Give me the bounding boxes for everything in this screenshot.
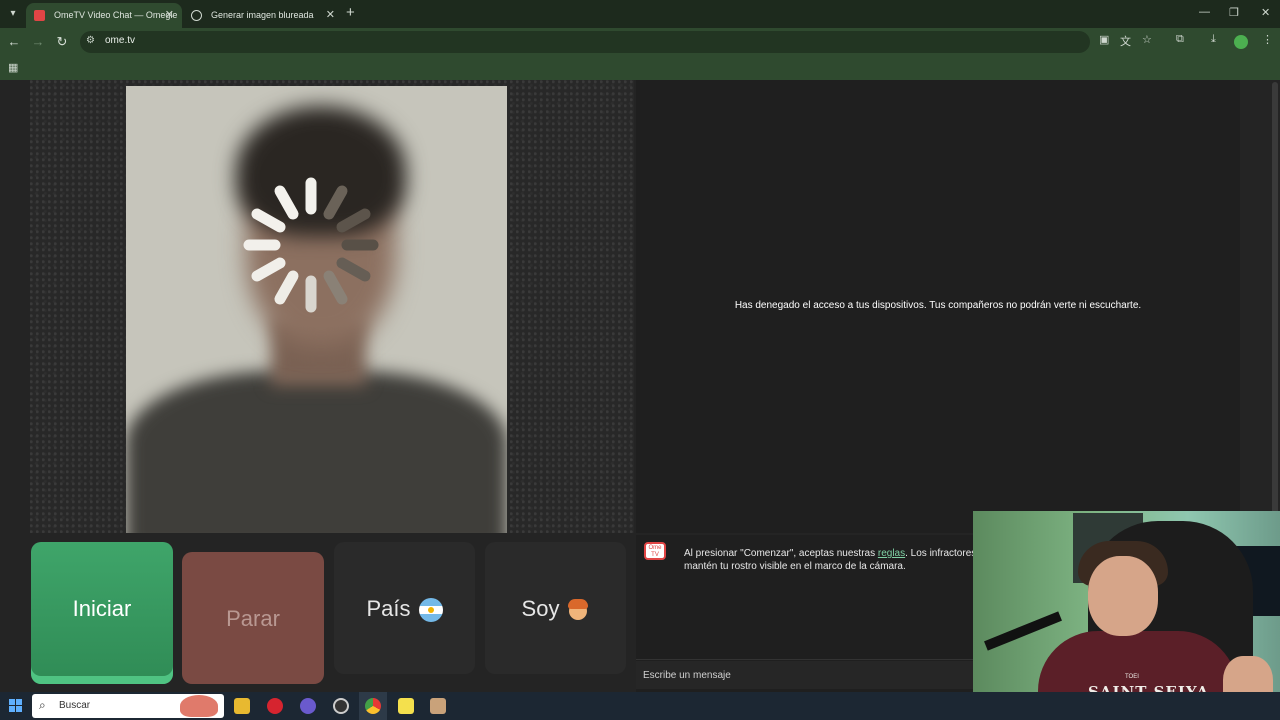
- windows-taskbar: ⌕ Buscar: [0, 692, 1280, 720]
- stop-button[interactable]: Parar: [182, 552, 324, 684]
- tab-search-button[interactable]: ▾: [5, 6, 21, 22]
- argentina-flag-icon: [418, 598, 443, 623]
- windows-start-icon[interactable]: [9, 699, 22, 712]
- url-text: ome.tv: [105, 35, 136, 46]
- cast-icon[interactable]: ▣: [1099, 33, 1109, 46]
- gender-button[interactable]: Soy: [485, 542, 626, 674]
- close-tab-icon[interactable]: ✕: [165, 3, 174, 28]
- tab-strip: ▾ OmeTV Video Chat — Omegle ✕ Generar im…: [0, 0, 1280, 28]
- reload-icon[interactable]: ↻: [53, 33, 71, 51]
- country-label: País: [366, 596, 411, 621]
- chrome-icon[interactable]: [365, 698, 381, 714]
- download-icon[interactable]: ⤓: [1211, 33, 1216, 46]
- site-info-icon[interactable]: ⚙: [86, 35, 95, 46]
- opera-icon[interactable]: [267, 698, 283, 714]
- loading-spinner-icon: [243, 177, 379, 313]
- apps-grid-icon[interactable]: ▦: [8, 61, 18, 74]
- extensions-icon[interactable]: ⧉: [1176, 33, 1184, 46]
- bookmark-star-icon[interactable]: ☆: [1142, 33, 1152, 46]
- discord-icon[interactable]: [300, 698, 316, 714]
- stop-label: Parar: [226, 606, 280, 631]
- search-label: Buscar: [59, 700, 91, 711]
- browser-toolbar: ← → ↻ ⚙ ome.tv ▣ 文 ☆ ⧉ ⤓ ⋮: [0, 28, 1280, 56]
- minimize-icon[interactable]: —: [1199, 6, 1210, 18]
- tab-generar-imagen[interactable]: Generar imagen blureada ✕: [183, 3, 343, 28]
- taskbar-search[interactable]: ⌕ Buscar: [32, 694, 224, 718]
- start-label: Iniciar: [72, 596, 132, 621]
- search-highlight-octopus-icon: [180, 695, 218, 717]
- ometv-logo-icon: Ome TV: [644, 542, 666, 560]
- forward-arrow-icon[interactable]: →: [29, 33, 47, 51]
- device-denied-message: Has denegado el acceso a tus dispositivo…: [734, 300, 1142, 311]
- paint-icon[interactable]: [430, 698, 446, 714]
- back-arrow-icon[interactable]: ←: [5, 33, 23, 51]
- boy-emoji-icon: [567, 598, 589, 622]
- country-button[interactable]: País: [334, 542, 475, 674]
- shirt-subtext: TOEI: [1125, 674, 1139, 680]
- partner-video-area: [30, 80, 634, 533]
- search-icon: ⌕: [39, 698, 46, 712]
- close-tab-icon[interactable]: ✕: [326, 3, 335, 28]
- menu-kebab-icon[interactable]: ⋮: [1262, 33, 1273, 46]
- bookmarks-bar: ▦: [0, 56, 1280, 80]
- openai-favicon-icon: [191, 10, 202, 21]
- ometv-favicon-icon: [34, 10, 45, 21]
- start-button[interactable]: Iniciar: [31, 542, 173, 684]
- close-window-icon[interactable]: ✕: [1261, 6, 1270, 19]
- sticky-notes-icon[interactable]: [398, 698, 414, 714]
- obs-icon[interactable]: [333, 698, 349, 714]
- translate-icon[interactable]: 文: [1120, 33, 1131, 49]
- tab-title: Generar imagen blureada: [211, 10, 314, 20]
- tab-title: OmeTV Video Chat — Omegle: [54, 10, 178, 20]
- gender-label: Soy: [521, 596, 560, 621]
- webcam-overlay: TOEI SAINT SEIYA: [973, 511, 1280, 720]
- self-video-area: Has denegado el acceso a tus dispositivo…: [636, 80, 1240, 533]
- rules-link[interactable]: reglas: [878, 548, 905, 559]
- tab-ometv[interactable]: OmeTV Video Chat — Omegle ✕: [26, 3, 182, 28]
- new-tab-icon[interactable]: +: [346, 4, 355, 21]
- address-bar[interactable]: ⚙ ome.tv: [80, 31, 1090, 53]
- file-explorer-icon[interactable]: [234, 698, 250, 714]
- restore-icon[interactable]: ❐: [1229, 6, 1239, 19]
- profile-avatar-icon[interactable]: [1234, 35, 1248, 49]
